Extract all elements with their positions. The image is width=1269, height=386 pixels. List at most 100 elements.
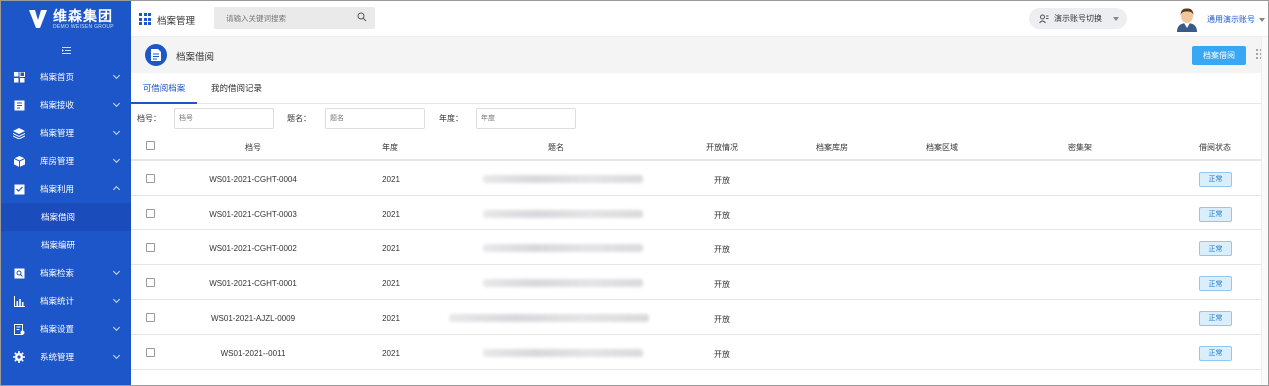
cell-open-status: 开放: [714, 210, 730, 220]
chevron-down-icon: [112, 155, 121, 164]
chevron-down-icon: [112, 99, 121, 108]
user-name[interactable]: 通用演示账号: [1207, 14, 1255, 25]
redacted-title: [449, 313, 649, 322]
cell-open-status: 开放: [714, 280, 730, 290]
row-checkbox[interactable]: [146, 173, 155, 183]
sidebar-item-label: 档案管理: [40, 128, 75, 138]
sidebar-item-statistics[interactable]: 档案统计: [1, 287, 131, 315]
row-checkbox[interactable]: [146, 347, 155, 357]
table-row[interactable]: WS01-2021-CGHT-0004 2021 开放 正常: [131, 161, 1261, 196]
table-row[interactable]: WS01-2021-CGHT-0003 2021 开放 正常: [131, 196, 1261, 231]
tab-bar: 可借阅档案 我的借阅记录: [131, 73, 1268, 104]
checklist-icon: [13, 183, 25, 195]
chevron-up-icon: [112, 185, 121, 194]
filter-bar: 档号： 题名： 年度：: [131, 104, 1268, 133]
caret-down-icon[interactable]: [1259, 18, 1265, 22]
table-row[interactable]: WS01-2021-CGHT-0002 2021 开放 正常: [131, 230, 1261, 266]
col-year: 年度: [382, 143, 398, 152]
sidebar-item-label: 库房管理: [40, 156, 75, 166]
status-badge: 正常: [1199, 310, 1232, 326]
col-title: 题名: [548, 143, 564, 152]
row-checkbox[interactable]: [146, 243, 155, 253]
select-all-checkbox[interactable]: [146, 141, 155, 150]
sidebar-item-label: 档案利用: [40, 184, 75, 194]
collapse-menu-icon[interactable]: [1, 37, 131, 63]
cell-year: 2021: [382, 279, 400, 289]
status-badge: 正常: [1199, 206, 1232, 222]
page-title: 档案借阅: [176, 52, 215, 63]
sidebar-subitem-borrow[interactable]: 档案借阅: [1, 203, 131, 231]
chevron-down-icon: [112, 71, 121, 80]
archive-table: WS01-2021-CGHT-00052021开放正常WS01-2021-CGH…: [131, 133, 1261, 385]
status-badge: 正常: [1199, 171, 1232, 187]
sidebar-item-home[interactable]: 档案首页: [1, 63, 131, 91]
table-row[interactable]: WS01-2021--0011 2021 开放 正常: [131, 335, 1261, 370]
caret-down-icon: [1113, 16, 1119, 21]
sidebar-item-retrieval[interactable]: 档案检索: [1, 259, 131, 287]
search-icon[interactable]: [357, 12, 367, 22]
avatar[interactable]: [1175, 6, 1199, 32]
borrow-archive-button[interactable]: 档案借阅: [1192, 46, 1246, 65]
sidebar-item-label: 档案接收: [40, 100, 75, 110]
chevron-down-icon: [112, 267, 121, 276]
table-row[interactable]: WS01-2021-CGHT-0001 2021 开放 正常: [131, 265, 1261, 300]
chevron-down-icon: [112, 295, 121, 304]
sidebar-item-label: 档案检索: [40, 268, 75, 278]
table-body: WS01-2021-CGHT-00052021开放正常WS01-2021-CGH…: [131, 133, 1261, 370]
table-row[interactable]: WS01-2021-AJZL-0009 2021 开放 正常: [131, 300, 1261, 335]
search-box: [214, 7, 375, 29]
row-checkbox[interactable]: [146, 312, 155, 322]
redacted-title: [483, 348, 643, 357]
cell-open-status: 开放: [714, 245, 730, 255]
box-icon: [13, 155, 25, 167]
sidebar-item-system[interactable]: 系统管理: [1, 343, 131, 371]
home-icon: [13, 71, 25, 83]
sidebar-item-receive[interactable]: 档案接收: [1, 91, 131, 119]
sidebar-item-settings[interactable]: 档案设置: [1, 315, 131, 343]
redacted-title: [483, 244, 643, 253]
search-input[interactable]: [214, 7, 344, 29]
sidebar-subitem-compile[interactable]: 档案编研: [1, 231, 131, 259]
account-switch-button[interactable]: 演示账号切换: [1029, 8, 1127, 29]
brand-name: 维森集团: [53, 7, 113, 24]
archive-no-input[interactable]: [174, 108, 274, 129]
cell-year: 2021: [382, 244, 400, 254]
sidebar-item-label: 档案设置: [40, 324, 75, 334]
row-checkbox[interactable]: [146, 278, 155, 288]
cell-archive-no: WS01-2021--0011: [220, 348, 286, 358]
tab-borrowable[interactable]: 可借阅档案: [131, 73, 197, 104]
search-doc-icon: [13, 267, 25, 279]
redacted-title: [483, 174, 643, 183]
cell-open-status: 开放: [714, 349, 730, 359]
col-warehouse: 档案库房: [816, 143, 848, 152]
bar-chart-icon: [13, 295, 25, 307]
sidebar-item-utilize[interactable]: 档案利用: [1, 175, 131, 203]
cell-year: 2021: [382, 313, 400, 323]
title-input[interactable]: [325, 108, 425, 129]
year-input[interactable]: [476, 108, 576, 129]
cell-archive-no: WS01-2021-AJZL-0009: [210, 313, 296, 323]
chevron-down-icon: [112, 351, 121, 360]
row-checkbox[interactable]: [146, 208, 155, 218]
tab-my-records[interactable]: 我的借阅记录: [211, 73, 262, 104]
page-header: 档案借阅 档案借阅: [131, 37, 1268, 73]
chevron-down-icon: [112, 323, 121, 332]
logo-v-icon: [29, 10, 47, 28]
chevron-down-icon: [112, 127, 121, 136]
redacted-title: [483, 209, 643, 218]
cell-open-status: 开放: [714, 314, 730, 324]
account-switch-label: 演示账号切换: [1054, 14, 1102, 23]
cell-year: 2021: [382, 209, 400, 219]
cell-archive-no: WS01-2021-CGHT-0001: [209, 279, 297, 289]
scrollbar[interactable]: [1261, 37, 1268, 385]
document-icon: [145, 44, 167, 66]
sidebar-item-manage[interactable]: 档案管理: [1, 119, 131, 147]
sidebar: 维森集团 DEMO WEISEN GROUP 档案首页 档案接收 档案管理 库房…: [1, 1, 131, 385]
app-title: 档案管理: [157, 16, 196, 27]
top-bar: 档案管理 演示账号切换 通用演示账号: [131, 1, 1268, 37]
sidebar-item-label: 档案统计: [40, 296, 75, 306]
cell-year: 2021: [382, 348, 400, 358]
app-grid-icon[interactable]: [139, 13, 151, 25]
sidebar-item-warehouse[interactable]: 库房管理: [1, 147, 131, 175]
title-label: 题名：: [287, 114, 311, 123]
